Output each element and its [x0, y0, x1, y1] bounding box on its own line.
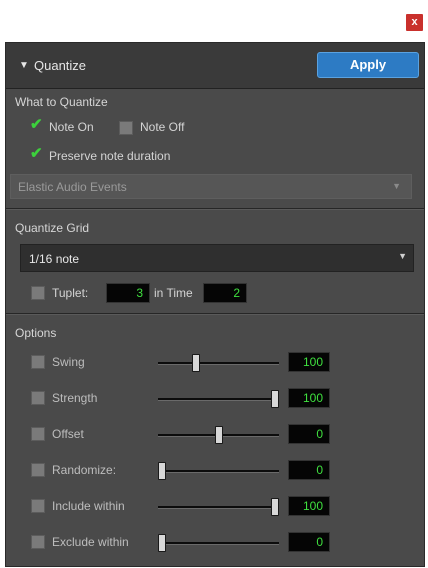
elastic-audio-dropdown-value: Elastic Audio Events	[18, 180, 127, 194]
grid-dropdown-value: 1/16 note	[29, 252, 80, 266]
title-bar-area: x	[0, 0, 428, 42]
tuplet-field[interactable]: 3	[106, 283, 150, 303]
chevron-down-icon: ▼	[398, 251, 407, 261]
section-divider	[6, 208, 424, 210]
offset-value-field[interactable]: 0	[288, 424, 330, 444]
include-within-slider-track[interactable]	[158, 506, 279, 509]
close-button[interactable]: x	[406, 14, 423, 31]
exclude-within-slider-track[interactable]	[158, 542, 279, 545]
preserve-duration-checkbox[interactable]: ✔	[30, 145, 44, 163]
close-icon: x	[411, 16, 418, 28]
what-to-quantize-heading: What to Quantize	[15, 95, 108, 109]
swing-slider-track[interactable]	[158, 362, 279, 365]
include-within-label: Include within	[52, 499, 125, 513]
exclude-within-label: Exclude within	[52, 535, 129, 549]
preserve-duration-label: Preserve note duration	[49, 149, 171, 163]
swing-checkbox[interactable]	[31, 355, 45, 369]
grid-dropdown[interactable]: 1/16 note ▼	[20, 244, 414, 272]
randomize-slider-handle[interactable]	[158, 462, 166, 480]
checkmark-icon: ✔	[30, 145, 43, 162]
include-within-value-field[interactable]: 100	[288, 496, 330, 516]
swing-value-field[interactable]: 100	[288, 352, 330, 372]
strength-slider-handle[interactable]	[271, 390, 279, 408]
randomize-label: Randomize:	[52, 463, 117, 477]
include-within-slider-handle[interactable]	[271, 498, 279, 516]
swing-label: Swing	[52, 355, 85, 369]
randomize-value-field[interactable]: 0	[288, 460, 330, 480]
strength-value-field[interactable]: 100	[288, 388, 330, 408]
elastic-audio-dropdown[interactable]: Elastic Audio Events ▼	[10, 174, 412, 199]
panel-header[interactable]: ▼ Quantize Apply	[6, 43, 424, 89]
in-time-label: in Time	[154, 286, 193, 300]
collapse-triangle-icon[interactable]: ▼	[19, 60, 29, 71]
tuplet-label: Tuplet:	[52, 286, 89, 300]
exclude-within-checkbox[interactable]	[31, 535, 45, 549]
note-on-label: Note On	[49, 120, 94, 134]
randomize-slider-track[interactable]	[158, 470, 279, 473]
exclude-within-slider-handle[interactable]	[158, 534, 166, 552]
section-divider	[6, 313, 424, 315]
offset-slider-handle[interactable]	[214, 426, 223, 444]
note-on-checkbox[interactable]: ✔	[30, 116, 44, 134]
swing-slider-handle[interactable]	[191, 354, 200, 372]
offset-label: Offset	[52, 427, 84, 441]
quantize-panel: ▼ Quantize Apply What to Quantize ✔ Note…	[5, 42, 425, 567]
randomize-checkbox[interactable]	[31, 463, 45, 477]
exclude-within-value-field[interactable]: 0	[288, 532, 330, 552]
strength-slider-track[interactable]	[158, 398, 279, 401]
in-time-field[interactable]: 2	[203, 283, 247, 303]
strength-label: Strength	[52, 391, 98, 405]
offset-checkbox[interactable]	[31, 427, 45, 441]
options-heading: Options	[15, 326, 57, 340]
note-off-label: Note Off	[140, 120, 185, 134]
strength-checkbox[interactable]	[31, 391, 45, 405]
tuplet-checkbox[interactable]	[31, 286, 45, 300]
quantize-grid-heading: Quantize Grid	[15, 221, 90, 235]
chevron-down-icon: ▼	[392, 181, 401, 191]
panel-title: Quantize	[34, 58, 87, 73]
note-off-checkbox[interactable]	[119, 121, 133, 135]
checkmark-icon: ✔	[30, 116, 43, 133]
include-within-checkbox[interactable]	[31, 499, 45, 513]
apply-button[interactable]: Apply	[317, 52, 419, 78]
